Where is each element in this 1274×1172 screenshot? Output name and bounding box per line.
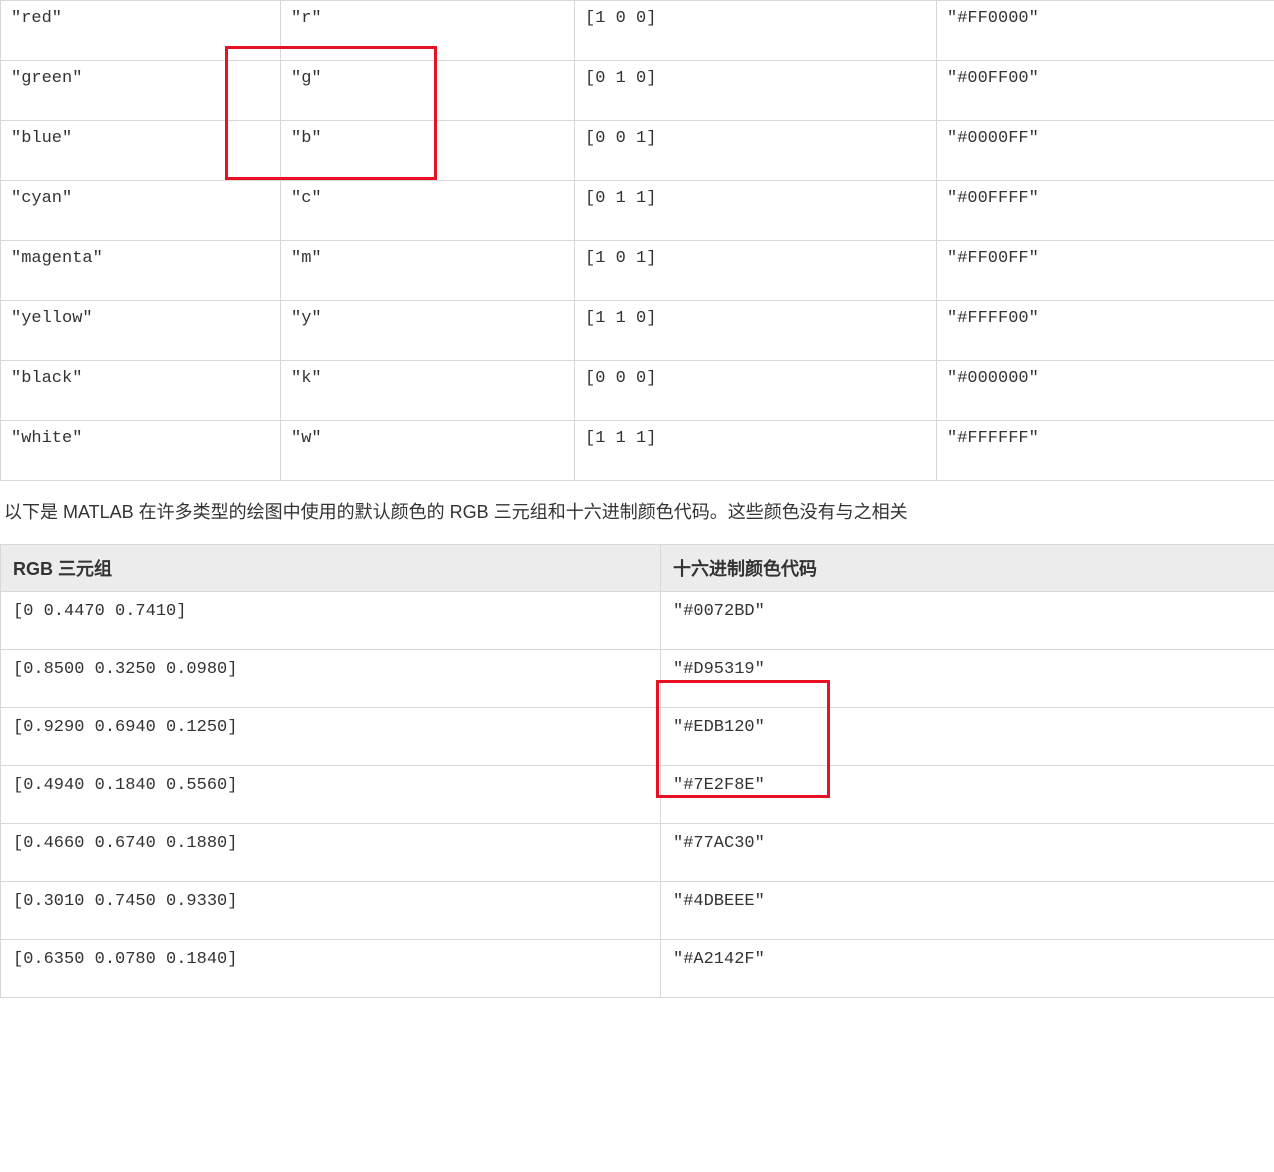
rgb-cell: [0.9290 0.6940 0.1250] — [1, 708, 660, 747]
hex-cell: "#0072BD" — [661, 592, 1274, 631]
default-colors-table: RGB 三元组 十六进制颜色代码 [0 0.4470 0.7410] "#007… — [0, 544, 1274, 998]
hex-cell: "#FF00FF" — [937, 241, 1274, 276]
rgb-cell: [0.4940 0.1840 0.5560] — [1, 766, 660, 805]
color-name-cell: "magenta" — [1, 241, 280, 276]
rgb-cell: [0.6350 0.0780 0.1840] — [1, 940, 660, 979]
table-row: "green" "g" [0 1 0] "#00FF00" — [1, 61, 1274, 121]
rgb-header: RGB 三元组 — [1, 545, 661, 592]
table-row: "black" "k" [0 0 0] "#000000" — [1, 361, 1274, 421]
rgb-cell: [0.4660 0.6740 0.1880] — [1, 824, 660, 863]
table-row: [0 0.4470 0.7410] "#0072BD" — [1, 592, 1274, 650]
hex-cell: "#7E2F8E" — [661, 766, 1274, 805]
color-name-cell: "yellow" — [1, 301, 280, 336]
rgb-cell: [0.8500 0.3250 0.0980] — [1, 650, 660, 689]
color-name-cell: "green" — [1, 61, 280, 96]
table-row: [0.4660 0.6740 0.1880] "#77AC30" — [1, 824, 1274, 882]
table-row: "white" "w" [1 1 1] "#FFFFFF" — [1, 421, 1274, 481]
short-name-cell: "w" — [281, 421, 574, 456]
rgb-cell: [0 0 0] — [575, 361, 936, 396]
rgb-cell: [0 1 0] — [575, 61, 936, 96]
short-name-cell: "c" — [281, 181, 574, 216]
hex-cell: "#4DBEEE" — [661, 882, 1274, 921]
short-name-cell: "y" — [281, 301, 574, 336]
hex-cell: "#00FF00" — [937, 61, 1274, 96]
table-row: "cyan" "c" [0 1 1] "#00FFFF" — [1, 181, 1274, 241]
rgb-cell: [1 0 1] — [575, 241, 936, 276]
table-row: [0.3010 0.7450 0.9330] "#4DBEEE" — [1, 882, 1274, 940]
rgb-cell: [1 1 0] — [575, 301, 936, 336]
table-row: [0.4940 0.1840 0.5560] "#7E2F8E" — [1, 766, 1274, 824]
hex-cell: "#000000" — [937, 361, 1274, 396]
table-row: "red" "r" [1 0 0] "#FF0000" — [1, 1, 1274, 61]
table-row: "magenta" "m" [1 0 1] "#FF00FF" — [1, 241, 1274, 301]
table-row: "yellow" "y" [1 1 0] "#FFFF00" — [1, 301, 1274, 361]
table-row: [0.9290 0.6940 0.1250] "#EDB120" — [1, 708, 1274, 766]
rgb-cell: [1 0 0] — [575, 1, 936, 36]
short-name-cell: "b" — [281, 121, 574, 156]
hex-cell: "#FF0000" — [937, 1, 1274, 36]
color-name-cell: "blue" — [1, 121, 280, 156]
color-names-table: "red" "r" [1 0 0] "#FF0000" "green" "g" … — [0, 0, 1274, 481]
hex-cell: "#EDB120" — [661, 708, 1274, 747]
hex-cell: "#0000FF" — [937, 121, 1274, 156]
table-row: [0.6350 0.0780 0.1840] "#A2142F" — [1, 940, 1274, 998]
description-paragraph: 以下是 MATLAB 在许多类型的绘图中使用的默认颜色的 RGB 三元组和十六进… — [0, 481, 1274, 544]
color-name-cell: "cyan" — [1, 181, 280, 216]
rgb-cell: [0 1 1] — [575, 181, 936, 216]
color-name-cell: "white" — [1, 421, 280, 456]
short-name-cell: "g" — [281, 61, 574, 96]
color-name-cell: "black" — [1, 361, 280, 396]
hex-cell: "#FFFFFF" — [937, 421, 1274, 456]
hex-header: 十六进制颜色代码 — [661, 545, 1274, 592]
hex-cell: "#77AC30" — [661, 824, 1274, 863]
rgb-cell: [1 1 1] — [575, 421, 936, 456]
rgb-cell: [0 0 1] — [575, 121, 936, 156]
short-name-cell: "m" — [281, 241, 574, 276]
hex-cell: "#00FFFF" — [937, 181, 1274, 216]
short-name-cell: "k" — [281, 361, 574, 396]
short-name-cell: "r" — [281, 1, 574, 36]
hex-cell: "#D95319" — [661, 650, 1274, 689]
rgb-cell: [0.3010 0.7450 0.9330] — [1, 882, 660, 921]
table-row: [0.8500 0.3250 0.0980] "#D95319" — [1, 650, 1274, 708]
hex-cell: "#A2142F" — [661, 940, 1274, 979]
table-row: "blue" "b" [0 0 1] "#0000FF" — [1, 121, 1274, 181]
hex-cell: "#FFFF00" — [937, 301, 1274, 336]
rgb-cell: [0 0.4470 0.7410] — [1, 592, 660, 631]
color-name-cell: "red" — [1, 1, 280, 36]
